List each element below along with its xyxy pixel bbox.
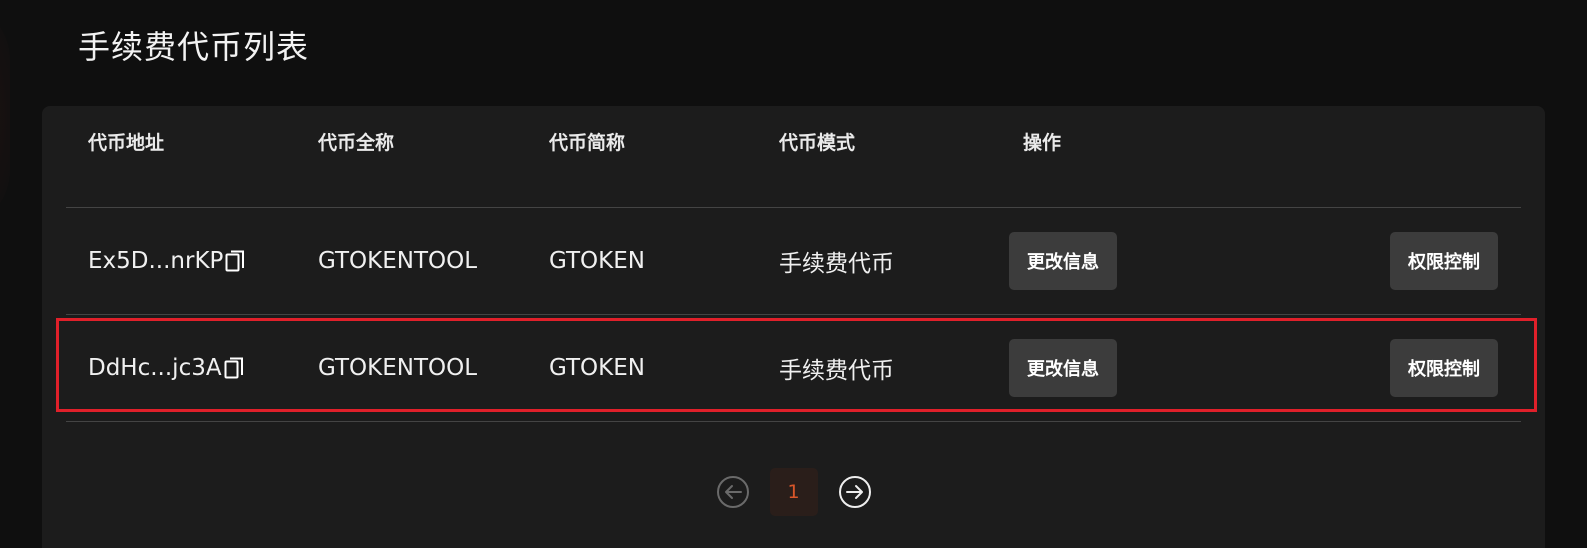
copy-icon[interactable] (225, 249, 245, 273)
token-list-panel: 代币地址 代币全称 代币简称 代币模式 操作 Ex5D...nrKP GTOKE… (42, 106, 1545, 548)
token-full-name: GTOKENTOOL (318, 248, 478, 274)
header-token-address: 代币地址 (88, 132, 165, 154)
edit-info-button[interactable]: 更改信息 (1009, 232, 1117, 290)
token-address-cell: Ex5D...nrKP (88, 208, 245, 314)
token-address: DdHc...jc3A (88, 355, 222, 381)
token-mode: 手续费代币 (779, 358, 894, 384)
token-table: 代币地址 代币全称 代币简称 代币模式 操作 Ex5D...nrKP GTOKE… (66, 106, 1521, 422)
header-token-mode: 代币模式 (779, 132, 856, 154)
copy-icon[interactable] (224, 356, 244, 380)
page-title: 手续费代币列表 (78, 28, 310, 66)
page-number-current[interactable]: 1 (769, 468, 818, 516)
token-mode: 手续费代币 (779, 251, 894, 277)
table-header-row: 代币地址 代币全称 代币简称 代币模式 操作 (66, 106, 1521, 208)
permission-control-button[interactable]: 权限控制 (1390, 339, 1498, 397)
page: 手续费代币列表 代币地址 代币全称 代币简称 代币模式 操作 Ex5D...nr… (0, 0, 1587, 548)
header-token-full-name: 代币全称 (318, 132, 395, 154)
pagination: 1 (42, 468, 1545, 516)
token-full-name: GTOKENTOOL (318, 355, 478, 381)
edit-info-button[interactable]: 更改信息 (1009, 339, 1117, 397)
arrow-left-circle-icon[interactable] (716, 475, 750, 509)
arrow-right-circle-icon[interactable] (838, 475, 872, 509)
table-row: DdHc...jc3A GTOKENTOOL GTOKEN 手续费代币 更改信息… (66, 315, 1521, 422)
header-actions: 操作 (1023, 132, 1062, 154)
permission-control-button[interactable]: 权限控制 (1390, 232, 1498, 290)
header-token-symbol: 代币简称 (549, 132, 626, 154)
token-symbol: GTOKEN (549, 355, 645, 381)
background-decoration (0, 0, 10, 230)
token-address: Ex5D...nrKP (88, 248, 224, 274)
token-symbol: GTOKEN (549, 248, 645, 274)
table-row: Ex5D...nrKP GTOKENTOOL GTOKEN 手续费代币 更改信息… (66, 208, 1521, 315)
token-address-cell: DdHc...jc3A (88, 315, 244, 421)
